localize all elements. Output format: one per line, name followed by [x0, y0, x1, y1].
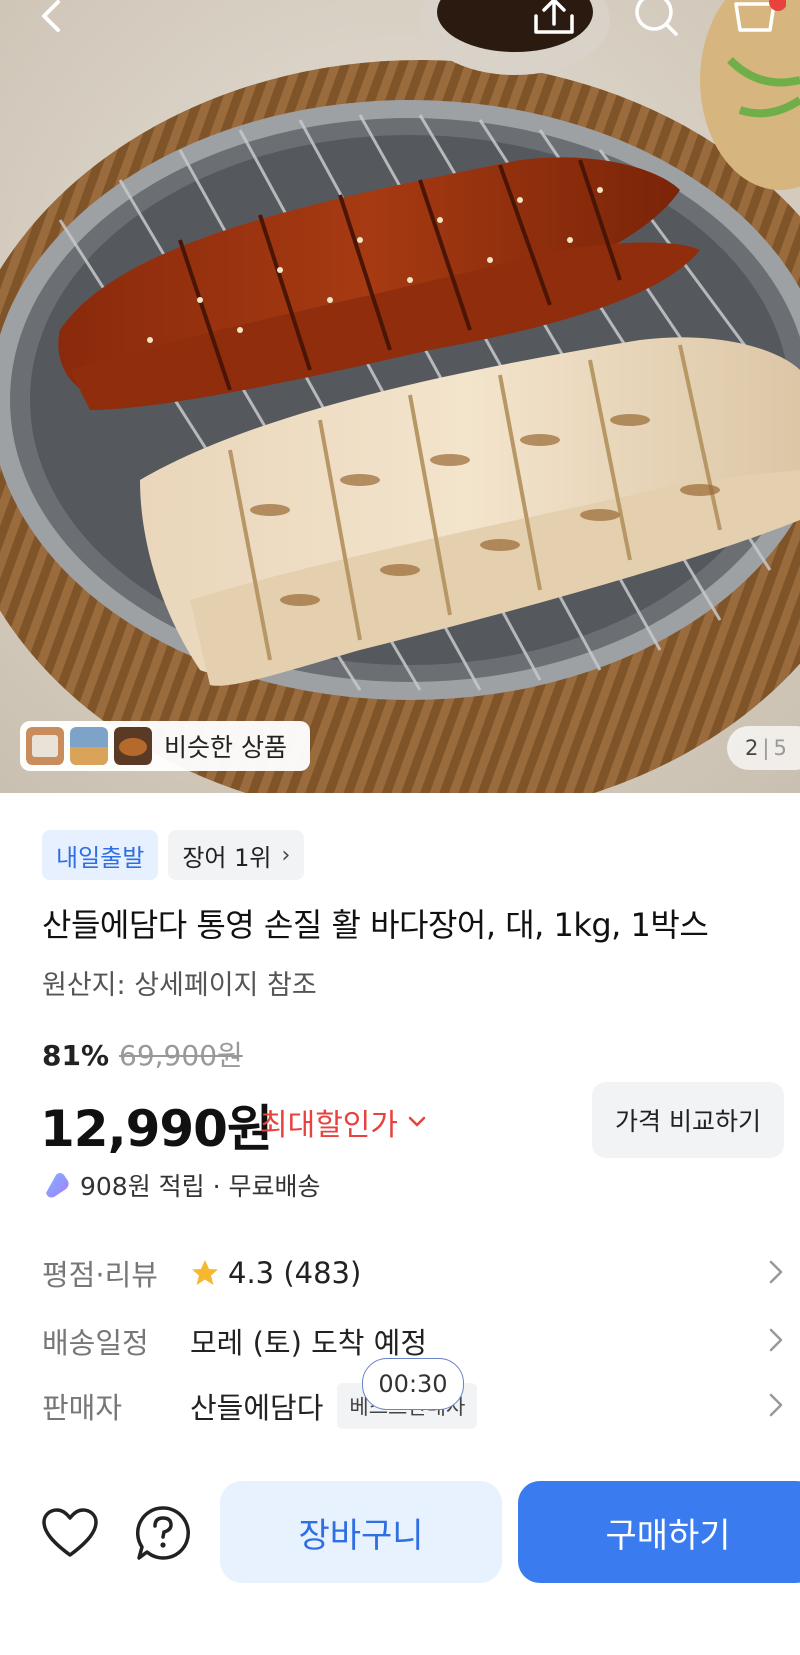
image-counter-total: 5	[773, 736, 787, 760]
similar-thumb-3	[114, 727, 152, 765]
max-discount-toggle[interactable]: 최대할인가	[260, 1100, 426, 1144]
back-icon	[42, 0, 60, 32]
category-rank-label: 장어 1위	[182, 843, 272, 872]
heart-icon	[42, 1508, 98, 1557]
search-icon	[635, 0, 678, 36]
similar-products-button[interactable]: 비슷한 상품	[20, 721, 310, 771]
similar-thumb-1	[26, 727, 64, 765]
product-title: 산들에담다 통영 손질 활 바다장어, 대, 1kg, 1박스	[42, 906, 709, 944]
rating-review-value-wrap: 4.3 (483)	[190, 1256, 361, 1290]
rating-review-row[interactable]: 평점·리뷰 4.3 (483)	[42, 1250, 784, 1296]
chevron-right-icon	[769, 1328, 783, 1352]
cart-icon	[734, 0, 786, 32]
product-origin: 원산지: 상세페이지 참조	[42, 970, 317, 1001]
image-counter-current: 2	[745, 736, 759, 760]
points-shipping-row: 908원 적립 · 무료배송	[42, 1167, 321, 1203]
similar-thumb-2	[70, 727, 108, 765]
seller-label: 판매자	[42, 1391, 123, 1425]
star-icon	[192, 1260, 218, 1285]
points-icon	[46, 1173, 69, 1198]
sale-price: 12,990원	[40, 1100, 273, 1158]
delivery-badge: 내일출발	[42, 830, 159, 880]
rating-review-label: 평점·리뷰	[42, 1258, 158, 1292]
search-button[interactable]	[628, 0, 684, 40]
seller-name: 산들에담다	[190, 1391, 324, 1425]
badge-row: 내일출발 장어 1위 ›	[42, 830, 305, 880]
add-to-cart-label: 장바구니	[298, 1515, 424, 1556]
shipping-schedule-label: 배송일정	[42, 1326, 149, 1360]
category-rank-badge[interactable]: 장어 1위 ›	[168, 830, 305, 880]
max-discount-label: 최대할인가	[260, 1108, 398, 1143]
question-bubble-icon	[135, 1506, 190, 1560]
cart-button[interactable]	[730, 0, 786, 40]
discount-row: 81% 69,900원	[42, 1034, 243, 1074]
rating-review-value: 4.3 (483)	[228, 1256, 362, 1290]
discount-percent: 81%	[42, 1039, 110, 1072]
buy-now-label: 구매하기	[605, 1515, 731, 1556]
chevron-right-icon: ›	[281, 842, 291, 868]
share-button[interactable]	[526, 0, 582, 40]
chevron-right-icon	[769, 1260, 783, 1284]
similar-products-label: 비슷한 상품	[164, 733, 287, 762]
add-to-cart-button[interactable]: 장바구니	[220, 1481, 502, 1583]
image-counter: 2 | 5	[727, 726, 800, 770]
product-photo	[0, 0, 800, 793]
price-compare-label: 가격 비교하기	[615, 1107, 761, 1136]
back-button[interactable]	[24, 0, 80, 40]
delivery-badge-label: 내일출발	[56, 843, 145, 872]
product-inquiry-button[interactable]	[133, 1503, 193, 1563]
image-counter-separator: |	[762, 736, 770, 760]
chevron-down-icon	[408, 1116, 426, 1127]
shipping-schedule-value: 모레 (토) 도착 예정	[190, 1326, 428, 1360]
price-compare-button[interactable]: 가격 비교하기	[592, 1082, 784, 1158]
product-image-carousel[interactable]: 비슷한 상품 2 | 5	[0, 0, 800, 793]
original-price: 69,900원	[119, 1039, 243, 1072]
buy-now-button[interactable]: 구매하기	[518, 1481, 800, 1583]
chevron-right-icon	[769, 1393, 783, 1417]
wishlist-button[interactable]	[40, 1503, 100, 1563]
recording-timer: 00:30	[362, 1358, 464, 1410]
points-shipping-text: 908원 적립 · 무료배송	[80, 1172, 321, 1201]
share-icon	[534, 0, 574, 34]
